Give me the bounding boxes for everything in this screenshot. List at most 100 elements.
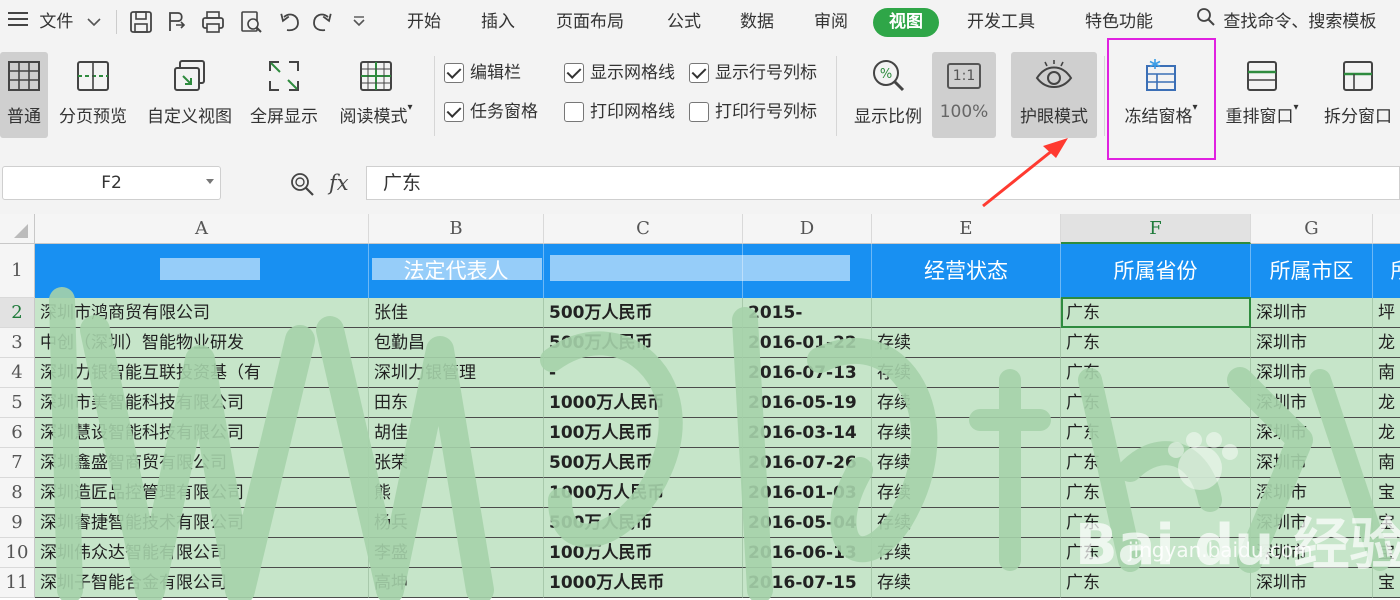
cell-col-c[interactable]: 100万人民币	[544, 538, 743, 568]
eye-protection-button[interactable]: 护眼模式	[1011, 52, 1097, 138]
cell-col-e[interactable]: 存续	[872, 508, 1061, 538]
cell-col-c[interactable]: 1000万人民币	[544, 568, 743, 598]
tab-developer[interactable]: 开发工具	[967, 0, 1035, 44]
redo-icon[interactable]	[310, 9, 336, 35]
full-screen-button[interactable]: 全屏显示	[244, 52, 324, 138]
cell-col-e[interactable]: 存续	[872, 418, 1061, 448]
header-cell-col-b[interactable]: 法定代表人	[369, 244, 544, 298]
cell-col-b[interactable]: 熊	[369, 478, 544, 508]
zoom-100-button[interactable]: 1:1 100%	[932, 52, 996, 138]
cell-col-g[interactable]: 深圳市	[1251, 448, 1373, 478]
cell-col-c[interactable]: 100万人民币	[544, 418, 743, 448]
cell-col-d[interactable]: 2016-06-13	[743, 538, 872, 568]
column-header-a[interactable]: A	[35, 214, 369, 244]
cell-col-h[interactable]: 宝	[1373, 508, 1400, 538]
cell-col-h[interactable]: 南	[1373, 448, 1400, 478]
cell-col-a[interactable]: 深圳慧设智能科技有限公司	[35, 418, 369, 448]
header-cell-col-a[interactable]	[35, 244, 369, 298]
cell-col-h[interactable]: 南	[1373, 358, 1400, 388]
chevron-down-icon[interactable]	[206, 179, 214, 184]
cell-col-e[interactable]: 存续	[872, 328, 1061, 358]
fx-icon[interactable]: fx	[329, 166, 349, 200]
cell-col-c[interactable]: 500万人民币	[544, 328, 743, 358]
file-menu[interactable]: 文件	[8, 0, 101, 44]
tab-home[interactable]: 开始	[407, 0, 441, 44]
row-header-5[interactable]: 5	[0, 388, 35, 418]
row-header-2[interactable]: 2	[0, 298, 35, 328]
cell-col-b[interactable]: 深圳力银管理	[369, 358, 544, 388]
column-header-d[interactable]: D	[743, 214, 872, 244]
tab-page-layout[interactable]: 页面布局	[556, 0, 624, 44]
name-box[interactable]: F2	[2, 166, 221, 200]
zoom-button[interactable]: % 显示比例	[848, 52, 928, 138]
cell-col-a[interactable]: 深圳睿捷智能技术有限公司	[35, 508, 369, 538]
cell-col-f[interactable]: 广东	[1061, 478, 1251, 508]
cell-col-f[interactable]: 广东	[1061, 388, 1251, 418]
tab-data[interactable]: 数据	[740, 0, 774, 44]
cell-col-f[interactable]: 广东	[1061, 508, 1251, 538]
row-header-3[interactable]: 3	[0, 328, 35, 358]
undo-icon[interactable]	[276, 9, 302, 35]
select-all-corner[interactable]	[0, 214, 35, 244]
cell-col-d[interactable]: 2016-03-14	[743, 418, 872, 448]
column-header-next[interactable]	[1373, 214, 1400, 244]
custom-view-button[interactable]: 自定义视图	[142, 52, 237, 138]
cell-col-d[interactable]: 2016-01-22	[743, 328, 872, 358]
tab-special-features[interactable]: 特色功能	[1085, 0, 1153, 44]
cell-col-g[interactable]: 深圳市	[1251, 328, 1373, 358]
arrange-windows-button[interactable]: 重排窗口▾	[1218, 52, 1306, 138]
cell-col-b[interactable]: 张荣	[369, 448, 544, 478]
tab-review[interactable]: 审阅	[814, 0, 848, 44]
header-cell-col-g[interactable]: 所属市区	[1251, 244, 1373, 298]
export-pdf-icon[interactable]	[164, 9, 190, 35]
cell-col-b[interactable]: 杨兵	[369, 508, 544, 538]
cell-col-e[interactable]: 存续	[872, 478, 1061, 508]
cell-col-h[interactable]: 龙	[1373, 388, 1400, 418]
column-header-c[interactable]: C	[544, 214, 743, 244]
cell-col-e[interactable]: 存续	[872, 358, 1061, 388]
cell-col-c[interactable]: 500万人民币	[544, 508, 743, 538]
cell-col-b[interactable]: 高坤	[369, 568, 544, 598]
cell-col-a[interactable]: 深圳子智能合金有限公司	[35, 568, 369, 598]
cell-col-a[interactable]: 深圳市美智能科技有限公司	[35, 388, 369, 418]
cell-col-a[interactable]: 深圳市鸿商贸有限公司	[35, 298, 369, 328]
tab-formulas[interactable]: 公式	[667, 0, 701, 44]
cell-col-d[interactable]: 2016-01-03	[743, 478, 872, 508]
cell-col-d[interactable]: 2016-07-13	[743, 358, 872, 388]
cell-col-g[interactable]: 深圳市	[1251, 388, 1373, 418]
cell-col-b[interactable]: 包勤昌	[369, 328, 544, 358]
normal-view-button[interactable]: 普通	[0, 52, 48, 138]
cell-col-b[interactable]: 李盛	[369, 538, 544, 568]
cell-col-d[interactable]: 2016-07-15	[743, 568, 872, 598]
cell-col-f[interactable]: 广东	[1061, 448, 1251, 478]
cell-col-g[interactable]: 深圳市	[1251, 358, 1373, 388]
zoom-search-icon[interactable]	[289, 171, 315, 197]
cell-col-d[interactable]: 2016-05-04	[743, 508, 872, 538]
cell-col-c[interactable]: 1000万人民币	[544, 478, 743, 508]
row-header-8[interactable]: 8	[0, 478, 35, 508]
header-cell-col-c[interactable]	[544, 244, 743, 298]
tab-insert[interactable]: 插入	[481, 0, 515, 44]
cell-col-a[interactable]: 中创（深圳）智能物业研发	[35, 328, 369, 358]
cell-col-c[interactable]: 500万人民币	[544, 448, 743, 478]
cell-col-h[interactable]: 宝	[1373, 568, 1400, 598]
row-header-4[interactable]: 4	[0, 358, 35, 388]
row-header-9[interactable]: 9	[0, 508, 35, 538]
freeze-panes-button[interactable]: 冻结窗格▾	[1113, 52, 1209, 138]
cell-col-g[interactable]: 深圳市	[1251, 568, 1373, 598]
row-header-6[interactable]: 6	[0, 418, 35, 448]
header-cell-col-e[interactable]: 经营状态	[872, 244, 1061, 298]
cell-col-f[interactable]: 广东	[1061, 328, 1251, 358]
column-header-f[interactable]: F	[1061, 214, 1251, 244]
save-icon[interactable]	[128, 9, 154, 35]
cell-col-g[interactable]: 深圳市	[1251, 508, 1373, 538]
cell-col-d[interactable]: 2016-07-26	[743, 448, 872, 478]
page-break-preview-button[interactable]: 分页预览	[54, 52, 132, 138]
command-search[interactable]: 查找命令、搜索模板	[1196, 0, 1376, 44]
cell-col-d[interactable]: 2015-	[743, 298, 872, 328]
print-preview-icon[interactable]	[238, 9, 264, 35]
cell-col-h[interactable]: 龙	[1373, 328, 1400, 358]
cell-col-a[interactable]: 深圳力银智能互联投资基（有	[35, 358, 369, 388]
cell-col-c[interactable]: 500万人民币	[544, 298, 743, 328]
column-header-g[interactable]: G	[1251, 214, 1373, 244]
